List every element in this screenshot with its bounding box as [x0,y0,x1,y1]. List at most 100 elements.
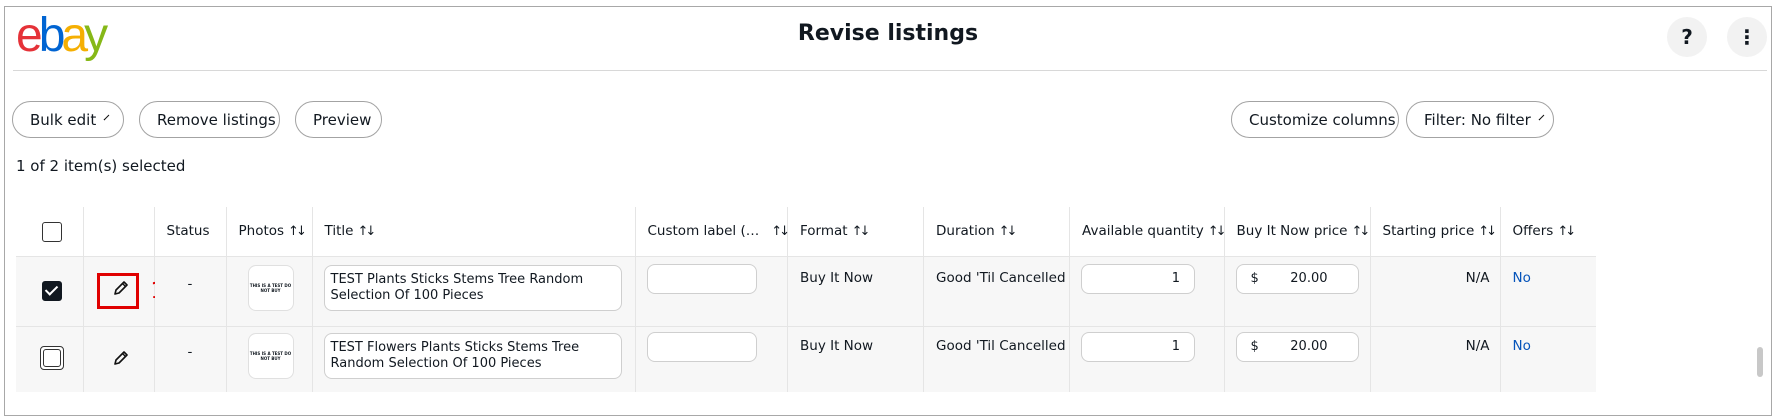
row-quantity-cell: 1 [1069,325,1225,392]
table-row: - THIS IS A TEST DO NOT BUY TEST Flowers… [16,325,1596,392]
app-frame: ebay Revise listings ? ⋮ Bulk edit Remov… [4,6,1772,416]
photo-text: THIS IS A TEST DO NOT BUY [249,282,292,293]
sort-icon[interactable]: ↑↓ [999,224,1018,239]
filter-label: Filter: No filter [1424,110,1531,129]
help-button[interactable]: ? [1667,17,1707,57]
quantity-input[interactable]: 1 [1081,331,1196,362]
edit-column-header [83,207,155,257]
row-price-cell: $ 20.00 [1224,256,1371,326]
currency-symbol: $ [1250,339,1259,354]
column-header-title[interactable]: Title ↑↓ [312,207,636,257]
row-custom-label-cell [635,325,789,392]
column-header-offers[interactable]: Offers ↑↓ [1500,207,1596,257]
table-header-row: Status Photos ↑↓ Title ↑↓ Custom label (… ↑… [16,207,1596,257]
sort-icon[interactable]: ↑↓ [1208,224,1227,239]
row-photo-cell: THIS IS A TEST DO NOT BUY [226,325,313,392]
column-header-format[interactable]: Format ↑↓ [787,207,925,257]
row-starting-price-cell: N/A [1370,325,1501,392]
row-format-cell: Buy It Now [787,325,925,392]
column-header-available-quantity[interactable]: Available quantity ↑↓ [1069,207,1227,257]
title-header-label: Title [324,223,354,240]
custom-label-header-label: Custom label (… [647,223,760,240]
format-value: Buy It Now [800,337,874,354]
row-edit-cell: 1 [83,256,165,326]
remove-listings-button[interactable]: Remove listings [139,101,280,138]
offers-link[interactable]: No [1513,338,1531,354]
photo-text: THIS IS A TEST DO NOT BUY [249,350,292,361]
price-input[interactable]: $ 20.00 [1235,263,1359,294]
customize-columns-button[interactable]: Customize columns [1231,101,1399,138]
listing-photo-thumbnail[interactable]: THIS IS A TEST DO NOT BUY [247,332,294,379]
format-header-label: Format [800,223,848,240]
column-header-status: Status [154,207,227,257]
price-input[interactable]: $ 20.00 [1235,331,1359,362]
duration-header-label: Duration [936,223,995,240]
row-checkbox[interactable] [40,345,64,370]
row-quantity-cell: 1 [1069,256,1225,326]
sort-icon[interactable]: ↑↓ [771,224,790,239]
duration-value: Good 'Til Cancelled [936,337,1066,354]
select-all-checkbox[interactable] [42,222,62,242]
price-value: 20.00 [1290,339,1328,354]
row-select-cell [16,325,84,392]
sort-icon[interactable]: ↑↓ [1557,224,1576,239]
row-offers-cell: No [1500,325,1596,392]
quantity-input[interactable]: 1 [1081,263,1196,294]
sort-icon[interactable]: ↑↓ [288,224,307,239]
row-custom-label-cell [635,256,789,326]
starting-price-value: N/A [1465,337,1490,354]
status-header-label: Status [166,223,210,240]
customize-columns-label: Customize columns [1249,110,1396,129]
starting-price-header-label: Starting price [1382,223,1475,240]
selection-status: 1 of 2 item(s) selected [16,157,186,175]
available-quantity-header-label: Available quantity [1082,223,1204,240]
remove-listings-label: Remove listings [157,110,276,129]
filter-button[interactable]: Filter: No filter [1406,101,1554,138]
more-options-button[interactable]: ⋮ [1727,17,1767,57]
header-divider [13,70,1767,71]
sort-icon[interactable]: ↑↓ [1478,224,1497,239]
row-photo-cell: THIS IS A TEST DO NOT BUY [226,256,313,326]
title-input[interactable]: TEST Plants Sticks Stems Tree Random Sel… [323,264,622,311]
offers-header-label: Offers [1512,223,1554,240]
starting-price-value: N/A [1465,269,1490,286]
table-row: 1 - THIS IS A TEST DO NOT BUY TEST Plant… [16,256,1596,326]
column-header-photos[interactable]: Photos ↑↓ [226,207,313,257]
sort-icon[interactable]: ↑↓ [852,224,871,239]
chevron-down-icon [1538,114,1545,121]
column-header-duration[interactable]: Duration ↑↓ [923,207,1071,257]
column-header-starting-price[interactable]: Starting price ↑↓ [1370,207,1501,257]
quantity-value: 1 [1171,271,1181,286]
row-duration-cell: Good 'Til Cancelled [923,325,1071,392]
row-title-cell: TEST Plants Sticks Stems Tree Random Sel… [312,256,636,326]
row-checkbox[interactable] [42,280,62,301]
chevron-down-icon [103,114,110,121]
offers-link[interactable]: No [1513,270,1531,286]
price-value: 20.00 [1290,271,1328,286]
photos-header-label: Photos [238,223,285,240]
bulk-edit-button[interactable]: Bulk edit [12,101,124,138]
title-input[interactable]: TEST Flowers Plants Sticks Stems Tree Ra… [323,332,622,379]
page-title: Revise listings [797,21,979,46]
vertical-scrollbar[interactable] [1757,347,1763,377]
preview-label: Preview [313,110,372,129]
row-price-cell: $ 20.00 [1224,325,1371,392]
row-duration-cell: Good 'Til Cancelled [923,256,1071,326]
status-value: - [187,275,193,292]
column-header-custom-label[interactable]: Custom label (… ↑↓ [635,207,790,257]
listing-photo-thumbnail[interactable]: THIS IS A TEST DO NOT BUY [247,264,294,311]
duration-value: Good 'Til Cancelled [936,269,1066,286]
more-vertical-icon: ⋮ [1737,25,1757,49]
sort-icon[interactable]: ↑↓ [1351,224,1370,239]
custom-label-input[interactable] [646,331,757,362]
column-header-buy-it-now-price[interactable]: Buy It Now price ↑↓ [1224,207,1371,257]
preview-button[interactable]: Preview [295,101,382,138]
pencil-icon[interactable] [112,349,130,371]
row-status-cell: - [154,325,227,392]
buy-it-now-price-header-label: Buy It Now price [1236,223,1348,240]
sort-icon[interactable]: ↑↓ [357,224,376,239]
row-format-cell: Buy It Now [787,256,925,326]
annotation-highlight-box [96,272,139,309]
custom-label-input[interactable] [646,263,757,294]
currency-symbol: $ [1250,271,1259,286]
